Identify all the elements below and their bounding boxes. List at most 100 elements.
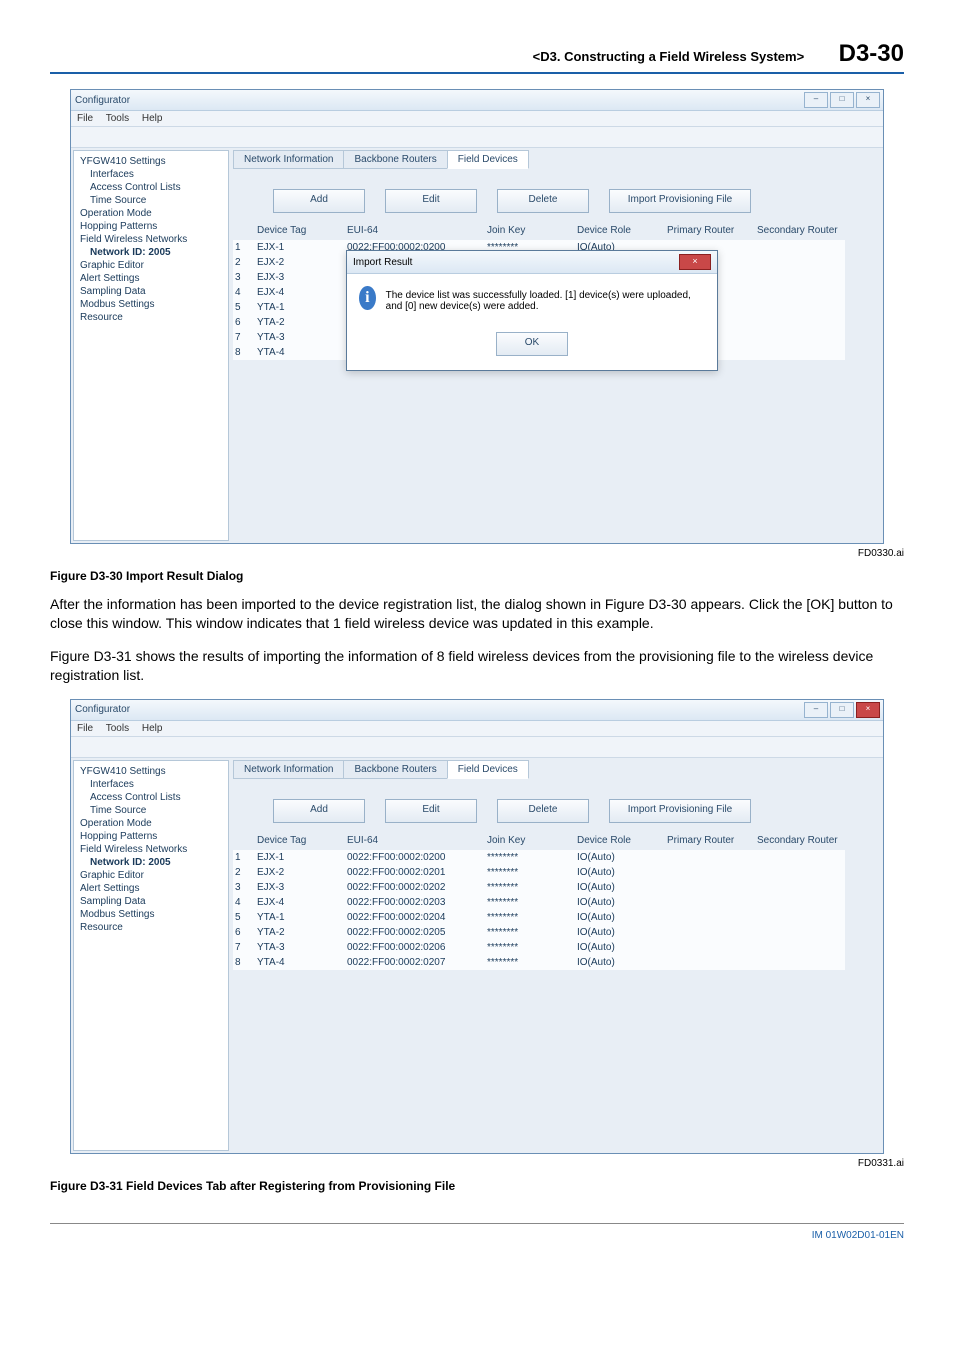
grid-cell[interactable]: 7 [233, 330, 255, 345]
grid-cell[interactable]: 5 [233, 300, 255, 315]
tree-node[interactable]: Interfaces [76, 778, 226, 791]
grid-cell[interactable]: 2 [233, 865, 255, 880]
grid-cell[interactable] [665, 895, 755, 910]
menu-tools[interactable]: Tools [106, 113, 129, 124]
minimize-icon[interactable]: – [804, 92, 828, 108]
grid-cell[interactable]: YTA-3 [255, 940, 345, 955]
grid-cell[interactable]: 8 [233, 955, 255, 970]
grid-cell[interactable]: YTA-4 [255, 955, 345, 970]
grid-cell[interactable]: EJX-1 [255, 240, 345, 255]
grid-cell[interactable] [755, 955, 845, 970]
grid-cell[interactable]: ******** [485, 910, 575, 925]
tree-node[interactable]: Modbus Settings [76, 298, 226, 311]
grid-cell[interactable]: ******** [485, 925, 575, 940]
tab-network-info[interactable]: Network Information [233, 760, 344, 779]
grid-cell[interactable] [665, 865, 755, 880]
grid-cell[interactable]: 0022:FF00:0002:0201 [345, 865, 485, 880]
grid-cell[interactable] [665, 925, 755, 940]
tree-node[interactable]: Resource [76, 311, 226, 324]
grid-cell[interactable]: YTA-1 [255, 300, 345, 315]
maximize-icon[interactable]: □ [830, 92, 854, 108]
menu-help[interactable]: Help [142, 723, 163, 734]
grid-cell[interactable] [755, 240, 845, 255]
grid-cell[interactable]: 4 [233, 895, 255, 910]
grid-cell[interactable] [755, 315, 845, 330]
dialog-ok-button[interactable]: OK [496, 332, 568, 356]
grid-cell[interactable]: EJX-3 [255, 880, 345, 895]
grid-cell[interactable]: 0022:FF00:0002:0205 [345, 925, 485, 940]
tree-node[interactable]: Field Wireless Networks [76, 233, 226, 246]
grid-cell[interactable]: 0022:FF00:0002:0202 [345, 880, 485, 895]
grid-cell[interactable]: EJX-2 [255, 255, 345, 270]
tree-node[interactable]: Interfaces [76, 168, 226, 181]
grid-cell[interactable]: IO(Auto) [575, 880, 665, 895]
grid-cell[interactable]: YTA-1 [255, 910, 345, 925]
tree-node[interactable]: Hopping Patterns [76, 220, 226, 233]
tree-node[interactable]: Field Wireless Networks [76, 843, 226, 856]
edit-button[interactable]: Edit [385, 799, 477, 823]
grid-cell[interactable] [755, 270, 845, 285]
grid-cell[interactable] [755, 865, 845, 880]
tree-node[interactable]: Access Control Lists [76, 181, 226, 194]
grid-cell[interactable]: ******** [485, 865, 575, 880]
tree-node[interactable]: Graphic Editor [76, 259, 226, 272]
grid-cell[interactable] [755, 300, 845, 315]
delete-button[interactable]: Delete [497, 799, 589, 823]
tree-node[interactable]: Modbus Settings [76, 908, 226, 921]
grid-cell[interactable]: YTA-4 [255, 345, 345, 360]
tree-node[interactable]: Time Source [76, 804, 226, 817]
grid-cell[interactable]: ******** [485, 880, 575, 895]
tree-node[interactable]: Hopping Patterns [76, 830, 226, 843]
grid-cell[interactable]: 6 [233, 925, 255, 940]
tree-node[interactable]: Alert Settings [76, 882, 226, 895]
grid-cell[interactable]: 0022:FF00:0002:0207 [345, 955, 485, 970]
tree-node[interactable]: Network ID: 2005 [76, 246, 226, 259]
menu-tools[interactable]: Tools [106, 723, 129, 734]
tree-node[interactable]: Access Control Lists [76, 791, 226, 804]
grid-cell[interactable]: IO(Auto) [575, 895, 665, 910]
grid-cell[interactable] [755, 850, 845, 865]
grid-cell[interactable]: 1 [233, 240, 255, 255]
grid-cell[interactable]: IO(Auto) [575, 955, 665, 970]
grid-cell[interactable] [665, 940, 755, 955]
grid-cell[interactable]: IO(Auto) [575, 910, 665, 925]
grid-cell[interactable]: 5 [233, 910, 255, 925]
grid-cell[interactable]: EJX-3 [255, 270, 345, 285]
grid-cell[interactable]: 8 [233, 345, 255, 360]
maximize-icon[interactable]: □ [830, 702, 854, 718]
grid-cell[interactable]: 6 [233, 315, 255, 330]
nav-tree[interactable]: YFGW410 SettingsInterfacesAccess Control… [73, 760, 229, 1151]
tab-backbone[interactable]: Backbone Routers [343, 760, 447, 779]
tree-node[interactable]: Graphic Editor [76, 869, 226, 882]
tree-node[interactable]: Sampling Data [76, 895, 226, 908]
grid-cell[interactable]: YTA-3 [255, 330, 345, 345]
grid-cell[interactable] [755, 345, 845, 360]
grid-cell[interactable]: 0022:FF00:0002:0200 [345, 850, 485, 865]
import-button[interactable]: Import Provisioning File [609, 799, 751, 823]
tree-node[interactable]: Operation Mode [76, 817, 226, 830]
grid-cell[interactable]: 0022:FF00:0002:0203 [345, 895, 485, 910]
tree-node[interactable]: Alert Settings [76, 272, 226, 285]
minimize-icon[interactable]: – [804, 702, 828, 718]
grid-cell[interactable] [755, 330, 845, 345]
grid-cell[interactable]: EJX-1 [255, 850, 345, 865]
grid-cell[interactable]: 7 [233, 940, 255, 955]
tree-node[interactable]: Resource [76, 921, 226, 934]
grid-cell[interactable]: EJX-4 [255, 285, 345, 300]
menu-file[interactable]: File [77, 723, 93, 734]
tree-node[interactable]: Sampling Data [76, 285, 226, 298]
menu-file[interactable]: File [77, 113, 93, 124]
tab-backbone[interactable]: Backbone Routers [343, 150, 447, 169]
nav-tree[interactable]: YFGW410 SettingsInterfacesAccess Control… [73, 150, 229, 541]
tab-field-devices[interactable]: Field Devices [447, 150, 529, 169]
grid-cell[interactable]: 1 [233, 850, 255, 865]
tab-field-devices[interactable]: Field Devices [447, 760, 529, 779]
grid-cell[interactable] [755, 895, 845, 910]
grid-cell[interactable]: YTA-2 [255, 315, 345, 330]
add-button[interactable]: Add [273, 799, 365, 823]
grid-cell[interactable]: IO(Auto) [575, 865, 665, 880]
grid-cell[interactable] [665, 880, 755, 895]
close-icon[interactable]: × [856, 92, 880, 108]
tree-node[interactable]: Time Source [76, 194, 226, 207]
grid-cell[interactable] [755, 255, 845, 270]
